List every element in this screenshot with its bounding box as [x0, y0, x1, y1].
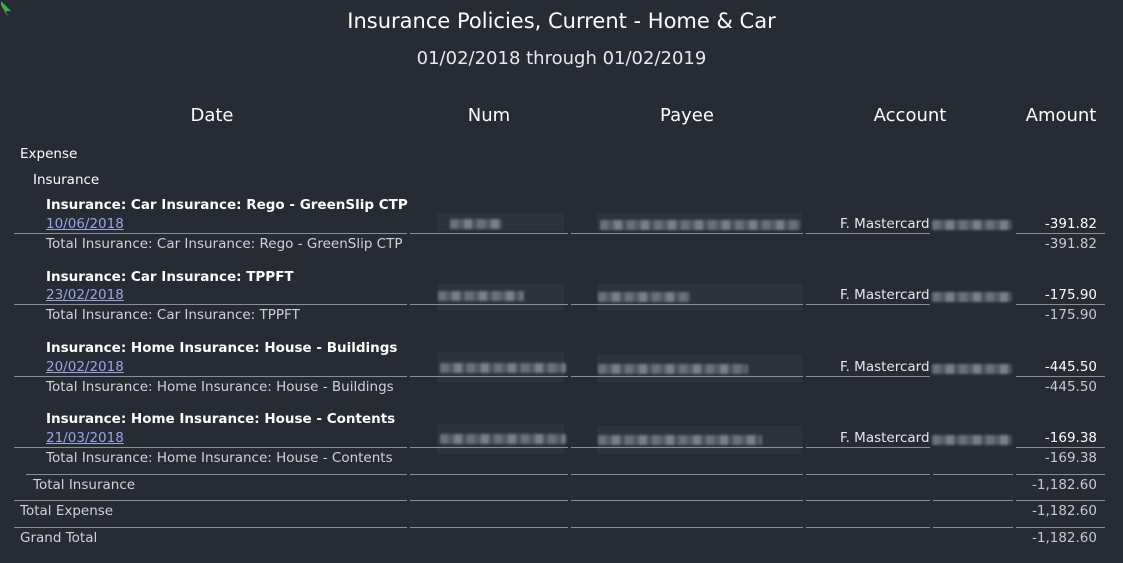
redacted-memo: [932, 292, 1012, 302]
redacted-memo: [932, 220, 1012, 230]
total-expense-amount: -1,182.60: [1032, 503, 1097, 519]
redacted-num: [440, 363, 566, 373]
row-divider: [571, 447, 803, 448]
total-divider: [26, 474, 407, 475]
row-divider: [806, 376, 930, 377]
row-divider: [571, 233, 803, 234]
total-divider: [571, 474, 803, 475]
row-divider: [1016, 376, 1105, 377]
transaction-account: F. Mastercard: [840, 216, 930, 232]
section-header: Insurance: Car Insurance: Rego - GreenSl…: [46, 197, 408, 213]
total-divider: [1016, 500, 1105, 501]
total-divider: [806, 527, 930, 528]
row-divider: [806, 304, 930, 305]
total-divider: [14, 527, 407, 528]
row-divider: [14, 304, 407, 305]
transaction-date-link[interactable]: 10/06/2018: [46, 216, 124, 232]
total-divider: [410, 500, 568, 501]
transaction-date-link[interactable]: 21/03/2018: [46, 430, 124, 446]
row-divider: [1016, 447, 1105, 448]
row-divider: [14, 376, 407, 377]
total-divider: [571, 500, 803, 501]
transaction-account: F. Mastercard: [840, 430, 930, 446]
section-total-label: Total Insurance: Home Insurance: House -…: [46, 379, 394, 395]
total-divider: [1016, 527, 1105, 528]
section-total-amount: -445.50: [1044, 379, 1097, 395]
total-expense-label: Total Expense: [20, 503, 114, 519]
redacted-memo: [932, 364, 1012, 374]
transaction-amount: -169.38: [1044, 430, 1097, 446]
section-total-amount: -169.38: [1044, 450, 1097, 466]
transaction-account: F. Mastercard: [840, 287, 930, 303]
column-header-date: Date: [190, 105, 234, 126]
row-divider: [14, 447, 407, 448]
grand-total-amount: -1,182.60: [1032, 530, 1097, 546]
row-divider: [410, 304, 568, 305]
group-expense-label: Expense: [20, 146, 78, 162]
section-header: Insurance: Home Insurance: House - Conte…: [46, 411, 396, 427]
total-divider: [933, 527, 1013, 528]
column-header-account: Account: [873, 105, 947, 126]
redacted-payee: [598, 364, 748, 374]
group-insurance-label: Insurance: [33, 172, 100, 188]
report-date-range: 01/02/2018 through 01/02/2019: [416, 48, 707, 69]
redacted-num: [450, 219, 502, 229]
grand-total-label: Grand Total: [20, 530, 98, 546]
total-divider: [933, 474, 1013, 475]
row-divider: [806, 233, 930, 234]
section-header: Insurance: Home Insurance: House - Build…: [46, 340, 398, 356]
row-divider: [571, 376, 803, 377]
section-total-label: Total Insurance: Car Insurance: TPPFT: [46, 307, 300, 323]
total-divider: [571, 527, 803, 528]
total-insurance-amount: -1,182.60: [1032, 477, 1097, 493]
column-header-payee: Payee: [660, 105, 714, 126]
section-total-amount: -175.90: [1044, 307, 1097, 323]
transaction-date-link[interactable]: 23/02/2018: [46, 287, 124, 303]
redacted-num: [440, 434, 566, 444]
total-divider: [806, 500, 930, 501]
row-divider: [806, 447, 930, 448]
transaction-amount: -175.90: [1044, 287, 1097, 303]
row-divider: [410, 376, 568, 377]
section-total-amount: -391.82: [1044, 236, 1097, 252]
total-divider: [410, 527, 568, 528]
section-total-label: Total Insurance: Car Insurance: Rego - G…: [46, 236, 403, 252]
redacted-memo: [932, 435, 1012, 445]
transaction-amount: -445.50: [1044, 359, 1097, 375]
section-header: Insurance: Car Insurance: TPPFT: [46, 269, 294, 285]
section-total-label: Total Insurance: Home Insurance: House -…: [46, 450, 393, 466]
row-divider: [14, 233, 407, 234]
redacted-payee: [600, 220, 800, 230]
row-divider: [571, 304, 803, 305]
total-divider: [806, 474, 930, 475]
row-divider: [1016, 233, 1105, 234]
column-header-amount: Amount: [1025, 105, 1097, 126]
transaction-account: F. Mastercard: [840, 359, 930, 375]
row-divider: [410, 447, 568, 448]
total-divider: [410, 474, 568, 475]
row-divider: [1016, 304, 1105, 305]
row-divider: [410, 233, 568, 234]
redacted-payee: [598, 435, 762, 445]
redacted-payee: [598, 292, 690, 302]
transaction-date-link[interactable]: 20/02/2018: [46, 359, 124, 375]
transaction-amount: -391.82: [1044, 216, 1097, 232]
column-header-num: Num: [467, 105, 511, 126]
total-divider: [933, 500, 1013, 501]
redacted-num: [438, 291, 524, 301]
report-title: Insurance Policies, Current - Home & Car: [347, 9, 776, 33]
total-divider: [1016, 474, 1105, 475]
total-insurance-label: Total Insurance: [33, 477, 136, 493]
total-divider: [14, 500, 407, 501]
